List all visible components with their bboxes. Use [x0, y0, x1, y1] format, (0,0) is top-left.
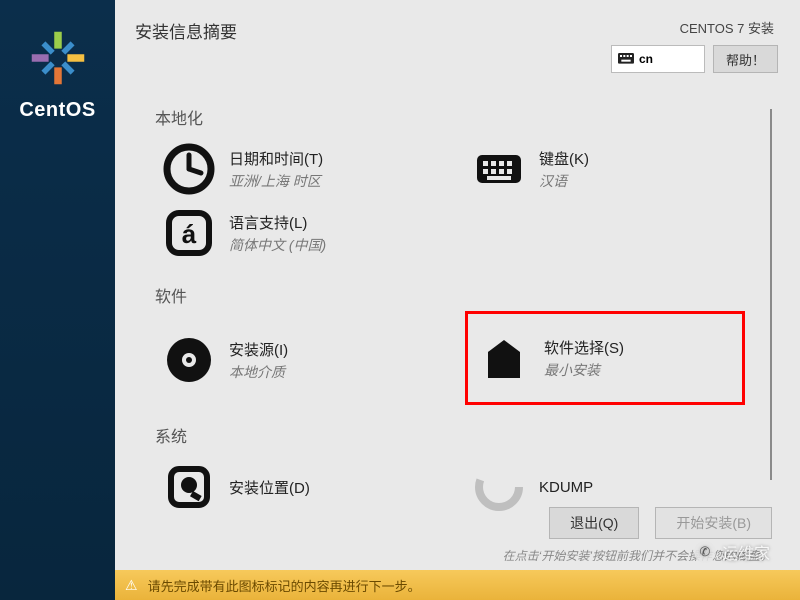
item-keyboard[interactable]: 键盘(K) 汉语 [465, 137, 745, 201]
item-label: 语言支持(L) [229, 212, 326, 233]
brand-text: CentOS [19, 99, 95, 122]
clock-icon [163, 143, 215, 195]
warning-icon: ⚠ [125, 577, 138, 594]
wechat-icon: ✆ [694, 541, 716, 563]
watermark: ✆ 运维家 [694, 540, 770, 564]
section-system-title: 系统 [155, 423, 778, 447]
item-label: 软件选择(S) [544, 337, 624, 358]
keyboard-icon [618, 53, 634, 65]
item-software-selection[interactable]: 软件选择(S) 最小安装 [465, 311, 745, 405]
sidebar: CentOS [0, 0, 115, 600]
item-language[interactable]: á 语言支持(L) 简体中文 (中国) [155, 201, 435, 265]
begin-install-button[interactable]: 开始安装(B) [655, 507, 772, 539]
disc-icon [163, 334, 215, 386]
item-label: 键盘(K) [539, 148, 589, 169]
centos-logo-icon [28, 28, 88, 93]
item-sub: 汉语 [539, 171, 589, 191]
page-title: 安装信息摘要 [135, 18, 237, 43]
warning-text: 请先完成带有此图标标记的内容再进行下一步。 [148, 576, 421, 595]
help-button[interactable]: 帮助！ [713, 45, 778, 73]
section-localization-title: 本地化 [155, 105, 778, 129]
section-software-title: 软件 [155, 283, 778, 307]
scrollbar[interactable] [770, 109, 772, 480]
item-datetime[interactable]: 日期和时间(T) 亚洲/上海 时区 [155, 137, 435, 201]
item-sub: 简体中文 (中国) [229, 235, 326, 255]
page-subtitle: CENTOS 7 安装 [680, 18, 774, 37]
footer-hint: 在点击‘开始安装’按钮前我们并不会操作您的磁盘。 [115, 547, 778, 564]
keyboard-large-icon [473, 143, 525, 195]
item-label: 安装位置(D) [229, 477, 310, 498]
item-label: 日期和时间(T) [229, 148, 323, 169]
item-label: 安装源(I) [229, 339, 288, 360]
svg-text:á: á [182, 219, 197, 249]
package-icon [478, 332, 530, 384]
keyboard-layout-selector[interactable]: cn [611, 45, 705, 73]
watermark-text: 运维家 [722, 540, 770, 564]
warning-bar: ⚠ 请先完成带有此图标标记的内容再进行下一步。 [115, 570, 800, 600]
item-label: KDUMP [539, 479, 593, 496]
keyboard-layout-code: cn [639, 52, 653, 66]
item-install-source[interactable]: 安装源(I) 本地介质 [155, 315, 435, 405]
language-icon: á [163, 207, 215, 259]
item-sub: 最小安装 [544, 360, 624, 380]
quit-button[interactable]: 退出(Q) [549, 507, 639, 539]
topbar: 安装信息摘要 CENTOS 7 安装 cn 帮助！ [115, 0, 800, 79]
item-sub: 本地介质 [229, 362, 288, 382]
item-sub: 亚洲/上海 时区 [229, 171, 323, 191]
